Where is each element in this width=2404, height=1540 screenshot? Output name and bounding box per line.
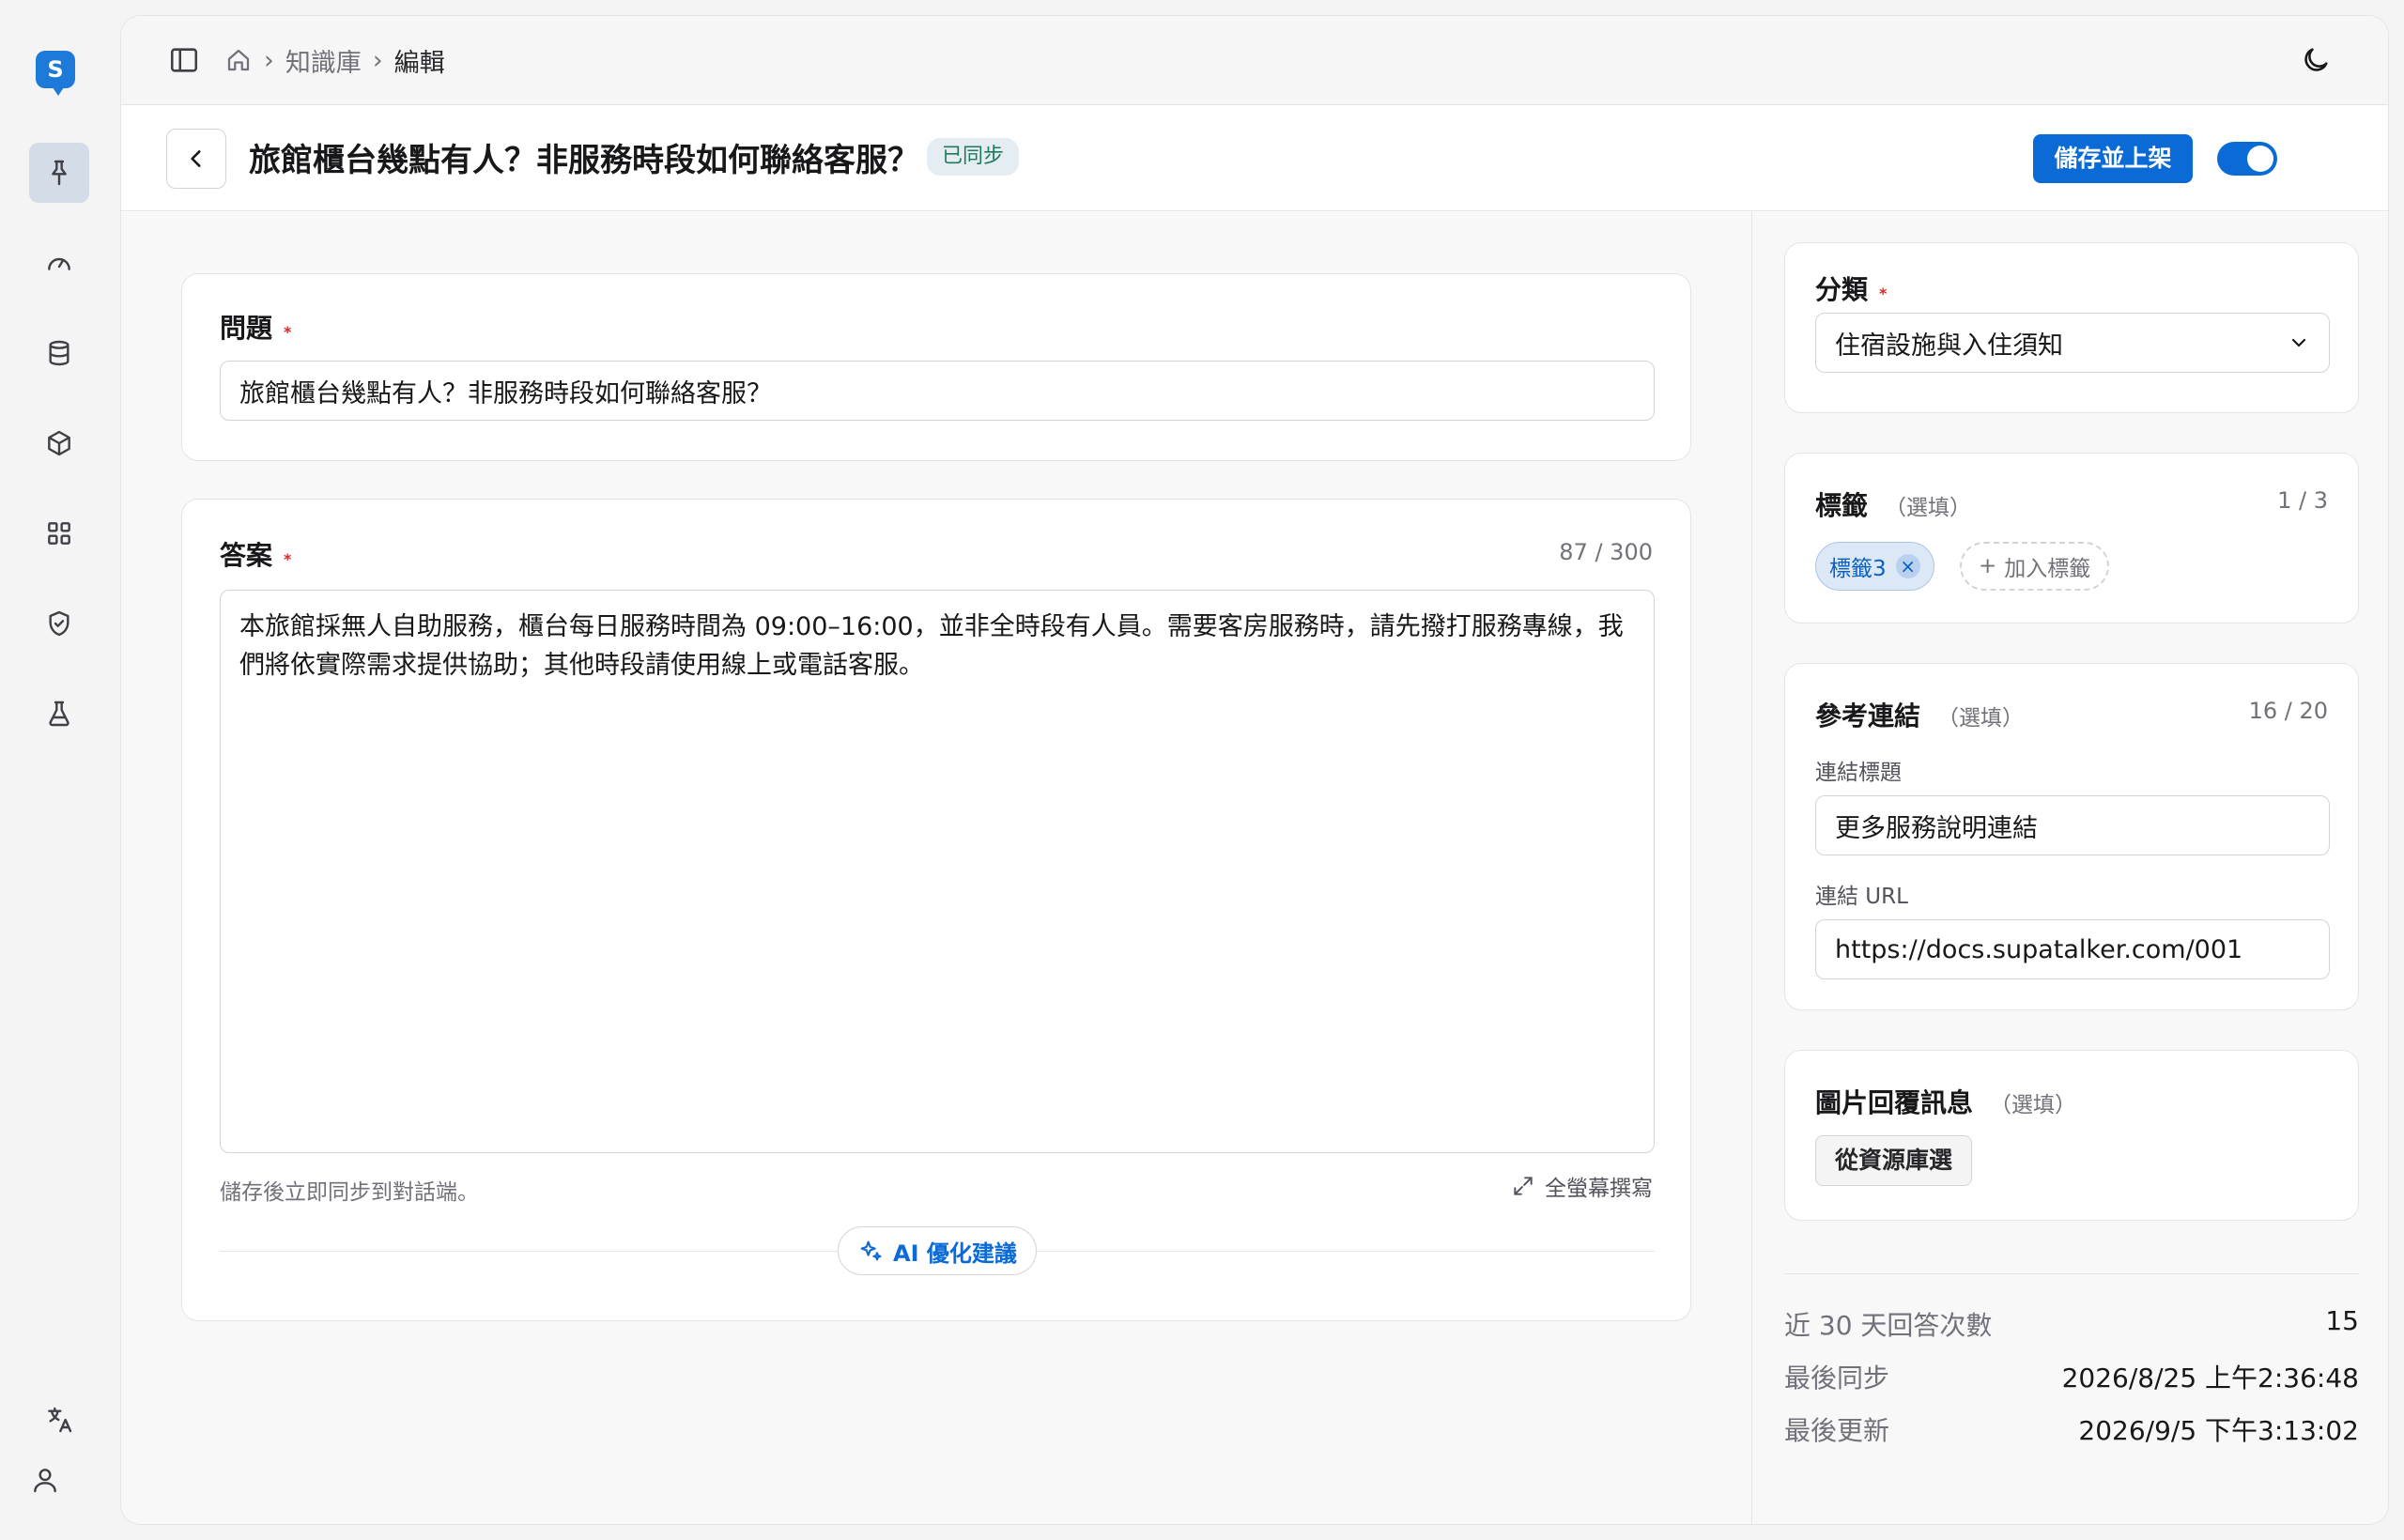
stat-value: 2026/8/25 上午2:36:48 (2061, 1363, 2359, 1394)
sidebar-toggle-icon[interactable] (168, 44, 200, 76)
expand-icon (1514, 1177, 1533, 1195)
links-card: 參考連結 （選填） 16 / 20 連結標題 更多服務說明連結 連結 URL ht… (1784, 663, 2359, 1010)
category-card: 分類 * 住宿設施與入住須知 (1784, 242, 2359, 413)
editor-sidebar: 分類 * 住宿設施與入住須知 標籤 （選填） 1 / 3 標籤3 × + 加入標籤 (1751, 212, 2388, 1524)
apps-grid-icon (48, 522, 70, 545)
main-panel: › 知識庫 › 編輯 旅館櫃台幾點有人？非服務時段如何聯絡客服？ 已同步 儲存並… (120, 15, 2389, 1525)
fullscreen-button[interactable]: 全螢幕撰寫 (1511, 1170, 1653, 1202)
links-label: 參考連結 (1815, 701, 1921, 732)
answer-label: 答案 (220, 540, 273, 571)
ai-suggest-label: AI 優化建議 (893, 1240, 1017, 1267)
rail-security-button[interactable] (29, 593, 89, 654)
answer-card: 答案 * 87 / 300 本旅館採無人自助服務，櫃台每日服務時間為 09:00–… (181, 499, 1691, 1321)
required-mark: * (284, 323, 292, 341)
page-title: 旅館櫃台幾點有人？非服務時段如何聯絡客服？ (249, 142, 919, 179)
chevron-left-icon (191, 150, 201, 167)
rail-dashboard-button[interactable] (29, 233, 89, 293)
rail-database-button[interactable] (29, 323, 89, 383)
fullscreen-label: 全螢幕撰寫 (1545, 1177, 1653, 1201)
tags-count: 1 / 3 (2277, 487, 2328, 514)
tags-label-row: 標籤 （選填） (1815, 485, 1971, 523)
breadcrumb-knowledge-base[interactable]: 知識庫 (285, 42, 362, 79)
stat-answers-30d: 近 30 天回答次數 15 (1784, 1305, 2359, 1343)
rail-lab-button[interactable] (29, 684, 89, 744)
package-icon (48, 430, 70, 456)
stat-label: 最後同步 (1784, 1363, 1890, 1394)
category-label: 分類 (1815, 274, 1869, 305)
translate-icon (48, 1407, 72, 1433)
plus-icon: + (1979, 554, 1997, 578)
image-reply-label: 圖片回覆訊息 (1815, 1087, 1974, 1118)
editor-main: 問題 * 旅館櫃台幾點有人？非服務時段如何聯絡客服？ 答案 * 87 / 300 本… (121, 212, 1751, 1524)
gauge-icon (48, 257, 70, 270)
rail-apps-button[interactable] (29, 503, 89, 563)
category-select[interactable]: 住宿設施與入住須知 (1815, 313, 2330, 373)
breadcrumb-current: 編輯 (393, 48, 445, 78)
link-title-input[interactable]: 更多服務說明連結 (1815, 795, 2330, 855)
image-reply-label-row: 圖片回覆訊息 （選填） (1815, 1083, 2076, 1120)
ai-suggest-button[interactable]: AI 優化建議 (838, 1226, 1037, 1275)
tag-label: 標籤3 (1829, 557, 1887, 581)
pin-icon (52, 160, 67, 186)
tags-label: 標籤 (1815, 490, 1869, 521)
sync-hint: 儲存後立即同步到對話端。 (220, 1180, 479, 1205)
database-icon (49, 340, 69, 366)
moon-icon[interactable] (2300, 44, 2332, 76)
links-count: 16 / 20 (2248, 698, 2328, 724)
answer-label-row: 答案 * (220, 535, 291, 573)
tags-card: 標籤 （選填） 1 / 3 標籤3 × + 加入標籤 (1784, 453, 2359, 624)
app-logo[interactable]: S (36, 51, 75, 96)
image-reply-card: 圖片回覆訊息 （選填） 從資源庫選 (1784, 1050, 2359, 1221)
links-label-row: 參考連結 （選填） (1815, 696, 2024, 733)
link-url-input[interactable]: https://docs.supatalker.com/001 (1815, 919, 2330, 979)
chevron-right-icon: › (264, 45, 274, 75)
answer-textarea[interactable]: 本旅館採無人自助服務，櫃台每日服務時間為 09:00–16:00，並非全時段有人… (220, 590, 1655, 1153)
rail-user-button[interactable] (15, 1450, 75, 1510)
chevron-right-icon: › (372, 45, 383, 75)
add-tag-label: 加入標籤 (2004, 557, 2091, 581)
shield-check-icon (49, 610, 69, 637)
category-label-row: 分類 * (1815, 270, 1887, 307)
editor-header: 旅館櫃台幾點有人？非服務時段如何聯絡客服？ 已同步 儲存並上架 (121, 106, 2388, 211)
rail-package-button[interactable] (29, 413, 89, 473)
breadcrumb: › 知識庫 › 編輯 (224, 42, 445, 78)
link-title-label: 連結標題 (1815, 761, 1902, 785)
stat-label: 近 30 天回答次數 (1784, 1310, 1993, 1341)
user-icon (34, 1469, 56, 1493)
top-bar: › 知識庫 › 編輯 (121, 16, 2388, 105)
rail-pin-button[interactable] (29, 143, 89, 203)
publish-toggle[interactable] (2217, 142, 2277, 176)
stat-last-updated: 最後更新 2026/9/5 下午3:13:02 (1784, 1410, 2359, 1448)
stat-value: 2026/9/5 下午3:13:02 (2078, 1415, 2359, 1446)
required-mark: * (284, 550, 292, 568)
close-icon[interactable]: × (1895, 554, 1920, 578)
home-icon[interactable] (224, 46, 253, 74)
chevron-down-icon (2291, 338, 2306, 347)
stat-value: 15 (2325, 1305, 2359, 1336)
flask-icon (49, 701, 69, 727)
question-card: 問題 * 旅館櫃台幾點有人？非服務時段如何聯絡客服？ (181, 273, 1691, 461)
optional-mark: （選填） (1937, 706, 2025, 731)
rail-language-button[interactable] (29, 1390, 89, 1450)
choose-from-library-button[interactable]: 從資源庫選 (1815, 1135, 1973, 1186)
optional-mark: （選填） (1990, 1093, 2077, 1117)
answer-char-count: 87 / 300 (1559, 539, 1653, 565)
optional-mark: （選填） (1885, 496, 1972, 520)
tag-chip[interactable]: 標籤3 × (1815, 542, 1934, 591)
question-input[interactable]: 旅館櫃台幾點有人？非服務時段如何聯絡客服？ (220, 361, 1655, 421)
required-mark: * (1879, 285, 1888, 302)
question-label-row: 問題 * (220, 308, 291, 346)
back-button[interactable] (166, 129, 226, 189)
stat-label: 最後更新 (1784, 1415, 1890, 1446)
divider (1784, 1273, 2359, 1274)
add-tag-button[interactable]: + 加入標籤 (1960, 542, 2110, 591)
category-value: 住宿設施與入住須知 (1835, 331, 2063, 361)
status-badge: 已同步 (927, 138, 1020, 176)
sparkles-icon (860, 1240, 882, 1261)
question-label: 問題 (220, 313, 273, 344)
stat-last-sync: 最後同步 2026/8/25 上午2:36:48 (1784, 1358, 2359, 1395)
link-url-label: 連結 URL (1815, 885, 1908, 909)
app-rail: S (0, 0, 120, 1540)
save-publish-button[interactable]: 儲存並上架 (2033, 134, 2193, 183)
